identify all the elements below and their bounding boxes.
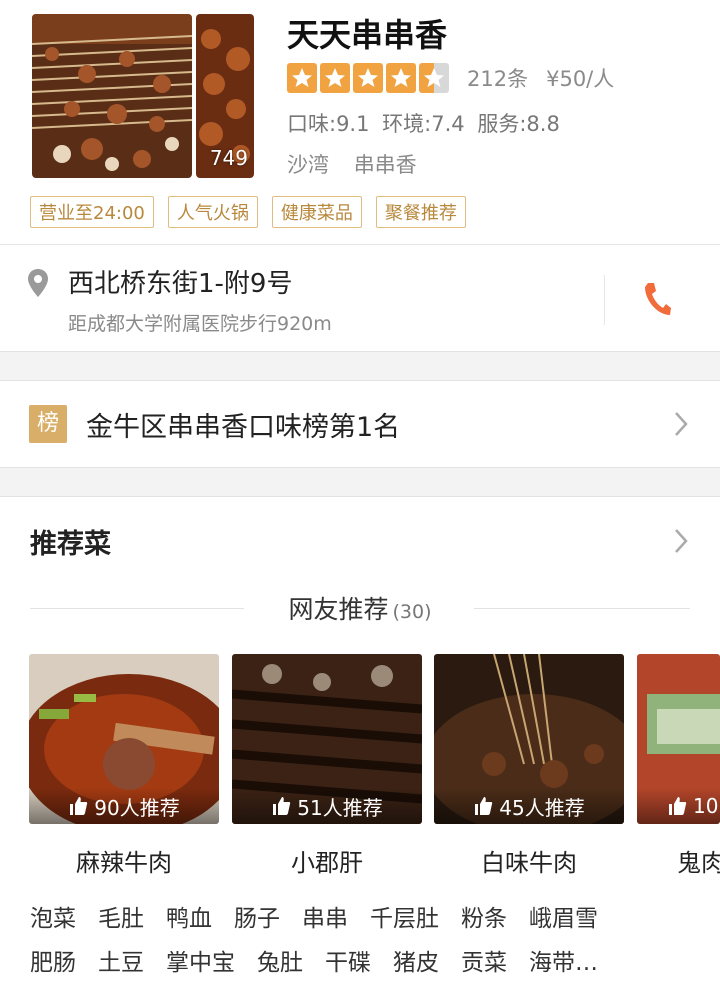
likes-count: 51人推荐 — [297, 795, 383, 820]
tag-hours: 营业至24:00 — [30, 196, 154, 228]
likes-count: 45人推荐 — [499, 795, 585, 820]
review-count[interactable]: 212条 — [467, 63, 528, 93]
dish-tag[interactable]: 掌中宝 — [166, 943, 235, 977]
thumbs-up-icon — [475, 797, 493, 815]
ranking-row[interactable]: 榜 金牛区串串香口味榜第1名 — [0, 381, 720, 467]
shop-header: 749 天天串串香 212条 ¥50/人 口味:9.1 环境:7.4 服务:8.… — [0, 0, 720, 244]
more-dishes-row: 泡菜 毛肚 鸭血 肠子 串串 千层肚 粉条 峨眉雪 — [30, 899, 710, 933]
dish-name[interactable]: 麻辣牛肉 — [29, 843, 219, 878]
dish-tag[interactable]: 串串 — [302, 899, 348, 933]
dish-tag[interactable]: 干碟 — [325, 943, 371, 977]
photo-count: 749 — [209, 146, 248, 170]
dish-name[interactable]: 白味牛肉 — [434, 843, 624, 878]
category-name: 串串香 — [353, 153, 417, 177]
taste-score: 口味:9.1 — [287, 112, 370, 136]
recommend-title[interactable]: 推荐菜 — [30, 522, 111, 561]
recommend-subtitle: 网友推荐 — [288, 595, 389, 624]
dish-likes: 45人推荐 — [434, 788, 624, 824]
environment-score: 环境:7.4 — [382, 112, 465, 136]
shop-photo-secondary[interactable]: 749 — [196, 14, 254, 178]
sub-scores: 口味:9.1 环境:7.4 服务:8.8 — [287, 108, 560, 138]
street-address: 西北桥东街1-附9号 — [68, 269, 293, 299]
dish-tag[interactable]: 峨眉雪 — [529, 899, 598, 933]
dish-likes: 90人推荐 — [29, 788, 219, 824]
dish-card[interactable]: 51人推荐 — [232, 654, 422, 824]
address-block[interactable]: 西北桥东街1-附9号 距成都大学附属医院步行920m — [0, 244, 720, 351]
section-gap — [0, 351, 720, 381]
dish-name[interactable]: 小郡肝 — [232, 843, 422, 878]
star-icon — [386, 63, 416, 93]
thumbs-up-icon — [273, 797, 291, 815]
dish-tag[interactable]: 泡菜 — [30, 899, 76, 933]
feature-tags: 营业至24:00 人气火锅 健康菜品 聚餐推荐 — [30, 196, 480, 228]
chevron-right-icon[interactable] — [674, 528, 688, 554]
service-score: 服务:8.8 — [477, 112, 560, 136]
chevron-right-icon — [675, 412, 688, 436]
star-icon — [287, 63, 317, 93]
distance-info: 距成都大学附属医院步行920m — [68, 313, 332, 335]
ranking-badge: 榜 — [29, 405, 67, 443]
likes-count: 90人推荐 — [94, 795, 180, 820]
dish-tag[interactable]: 粉条 — [461, 899, 507, 933]
thumbs-up-icon — [70, 797, 88, 815]
thumbs-up-icon — [669, 797, 687, 815]
dish-card[interactable]: 90人推荐 — [29, 654, 219, 824]
divider — [604, 275, 605, 325]
dish-likes: 10 — [637, 788, 720, 824]
location-pin-icon — [28, 269, 48, 297]
dish-tag[interactable]: 兔肚 — [257, 943, 303, 977]
phone-icon[interactable] — [642, 281, 672, 317]
dish-card[interactable]: 45人推荐 — [434, 654, 624, 824]
half-star-icon — [419, 63, 449, 93]
dish-tag[interactable]: 猪皮 — [393, 943, 439, 977]
shop-name: 天天串串香 — [287, 16, 448, 54]
netizen-recommend-heading: 网友推荐 (30) — [0, 590, 720, 626]
star-icon — [353, 63, 383, 93]
tag-healthy: 健康菜品 — [271, 196, 362, 228]
area-name: 沙湾 — [287, 153, 329, 177]
dish-tag[interactable]: 贡菜 — [461, 943, 507, 977]
dish-tag[interactable]: 土豆 — [98, 943, 144, 977]
dish-tag[interactable]: 海带… — [529, 943, 598, 977]
average-price: ¥50/人 — [546, 67, 615, 91]
ranking-text: 金牛区串串香口味榜第1名 — [86, 412, 401, 443]
likes-count: 10 — [693, 794, 719, 818]
recommend-count: (30) — [392, 601, 432, 623]
tag-popular: 人气火锅 — [167, 196, 258, 228]
tag-group: 聚餐推荐 — [375, 196, 466, 228]
dish-tag[interactable]: 肥肠 — [30, 943, 76, 977]
more-dishes-row: 肥肠 土豆 掌中宝 兔肚 干碟 猪皮 贡菜 海带… — [30, 943, 710, 977]
dish-tag[interactable]: 毛肚 — [98, 899, 144, 933]
dish-likes: 51人推荐 — [232, 788, 422, 824]
dish-tag[interactable]: 千层肚 — [370, 899, 439, 933]
dish-tag[interactable]: 鸭血 — [166, 899, 212, 933]
star-icon — [320, 63, 350, 93]
rating-row: 212条 ¥50/人 — [287, 61, 614, 95]
dish-tag[interactable]: 肠子 — [234, 899, 280, 933]
shop-photo-main[interactable] — [32, 14, 192, 178]
section-gap — [0, 467, 720, 497]
dish-name[interactable]: 鬼肉 — [677, 843, 720, 878]
dish-card[interactable]: 10 — [637, 654, 720, 824]
area-category: 沙湾 串串香 — [287, 149, 417, 179]
